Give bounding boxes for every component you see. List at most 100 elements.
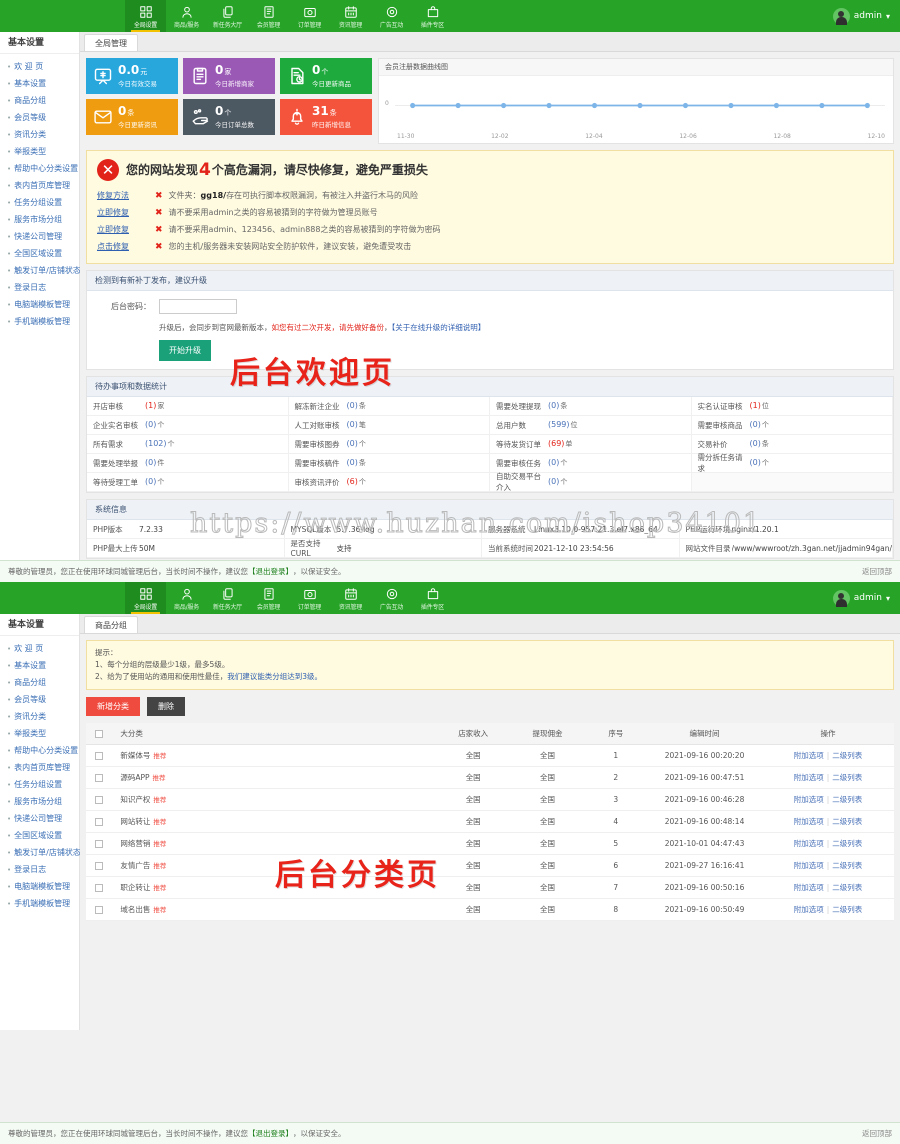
stat-cell-r4-c2[interactable]: 需要审核稿件 (0)条: [288, 454, 490, 473]
sidebar-item-7[interactable]: • 帮助中心分类设置: [0, 160, 79, 177]
sub-list-link[interactable]: 二级列表: [832, 861, 862, 870]
nav-item-2[interactable]: 商品/服务: [166, 0, 207, 32]
nav-item-7[interactable]: 广告互动: [371, 0, 412, 32]
sidebar-item-1[interactable]: • 欢 迎 页: [0, 58, 79, 75]
tab-global-management[interactable]: 全局管理: [84, 34, 138, 51]
sub-list-link[interactable]: 二级列表: [832, 905, 862, 914]
row-checkbox[interactable]: [95, 840, 104, 848]
extra-options-link[interactable]: 附加选项: [794, 861, 824, 870]
stat-card-3[interactable]: 0个 今日更新商品: [280, 58, 372, 94]
nav-item-8[interactable]: 插件专区: [412, 582, 453, 614]
sidebar2-item-16[interactable]: • 手机端模板管理: [0, 895, 79, 912]
sidebar-item-12[interactable]: • 全国区域设置: [0, 245, 79, 262]
nav-item-3[interactable]: 新任务大厅: [207, 582, 248, 614]
extra-options-link[interactable]: 附加选项: [794, 795, 824, 804]
nav-item-5[interactable]: 订单管理: [289, 582, 330, 614]
sidebar2-item-1[interactable]: • 欢 迎 页: [0, 640, 79, 657]
nav-item-4[interactable]: 会员管理: [248, 582, 289, 614]
nav-item-5[interactable]: 订单管理: [289, 0, 330, 32]
sidebar-item-11[interactable]: • 快递公司管理: [0, 228, 79, 245]
nav-item-7[interactable]: 广告互动: [371, 582, 412, 614]
nav-item-4[interactable]: 会员管理: [248, 0, 289, 32]
stat-cell-r5-c2[interactable]: 审核资讯评价 (6)个: [288, 473, 490, 492]
chart-point-3[interactable]: [501, 102, 507, 109]
sidebar2-item-6[interactable]: • 举报类型: [0, 725, 79, 742]
sidebar-item-6[interactable]: • 举报类型: [0, 143, 79, 160]
chart-point-7[interactable]: [682, 102, 689, 109]
sidebar-item-16[interactable]: • 手机端模板管理: [0, 313, 79, 330]
start-upgrade-button[interactable]: 开始升级: [159, 340, 211, 361]
nav-item-8[interactable]: 插件专区: [412, 0, 453, 32]
sidebar2-item-7[interactable]: • 帮助中心分类设置: [0, 742, 79, 759]
chevron-down-icon[interactable]: ▾: [886, 12, 890, 21]
upgrade-detail-link[interactable]: 【关于在线升级的详细说明】: [392, 323, 486, 332]
row-checkbox[interactable]: [95, 774, 104, 782]
stat-cell-r3-c2[interactable]: 需要审核图券 (0)个: [288, 435, 490, 454]
alert-fix-link-4[interactable]: 点击修复: [97, 241, 149, 252]
chart-point-6[interactable]: [637, 102, 643, 109]
stat-cell-r1-c3[interactable]: 需要处理提现 (0)条: [490, 397, 692, 416]
chart-point-10[interactable]: [819, 102, 825, 109]
sidebar-item-14[interactable]: • 登录日志: [0, 279, 79, 296]
sidebar-item-4[interactable]: • 会员等级: [0, 109, 79, 126]
tip-line-2-link[interactable]: 我们建议能类分组达到3级。: [227, 672, 322, 681]
sidebar2-item-15[interactable]: • 电脑端模板管理: [0, 878, 79, 895]
stat-cell-r2-c4[interactable]: 需要审核商品 (0)个: [691, 416, 893, 435]
sidebar-item-3[interactable]: • 商品分组: [0, 92, 79, 109]
stat-cell-r4-c4[interactable]: 需分拆任务请求 (0)个: [691, 453, 893, 473]
select-all-checkbox[interactable]: [95, 730, 104, 738]
stat-card-1[interactable]: 0.0元 今日有效交易: [86, 58, 178, 94]
chart-point-1[interactable]: [410, 102, 416, 109]
stat-cell-r4-c1[interactable]: 需要处理举报 (0)件: [87, 454, 289, 473]
sidebar-item-8[interactable]: • 表内首页库管理: [0, 177, 79, 194]
nav-item-6[interactable]: 资讯管理: [330, 0, 371, 32]
stat-cell-r2-c1[interactable]: 企业实名审核 (0)个: [87, 416, 289, 435]
tab-product-category[interactable]: 商品分组: [84, 616, 138, 633]
sub-list-link[interactable]: 二级列表: [832, 751, 862, 760]
sub-list-link[interactable]: 二级列表: [832, 795, 862, 804]
nav-item-1[interactable]: 全局设置: [125, 582, 166, 614]
stat-card-4[interactable]: 0条 今日更新资讯: [86, 99, 178, 135]
alert-fix-link-1[interactable]: 修复方法: [97, 190, 149, 201]
sidebar2-item-3[interactable]: • 商品分组: [0, 674, 79, 691]
stat-cell-r3-c3[interactable]: 等待发货订单 (69)单: [490, 435, 692, 454]
sub-list-link[interactable]: 二级列表: [832, 773, 862, 782]
sidebar-item-10[interactable]: • 服务市场分组: [0, 211, 79, 228]
stat-cell-r5-c3[interactable]: 自助交易平台介入 (0)个: [490, 472, 692, 492]
stat-cell-r3-c1[interactable]: 所有需求 (102)个: [87, 435, 289, 454]
chart-point-4[interactable]: [546, 102, 552, 109]
sidebar2-item-14[interactable]: • 登录日志: [0, 861, 79, 878]
logout-link[interactable]: 【退出登录】: [248, 566, 293, 577]
chart-point-11[interactable]: [864, 102, 870, 109]
stat-card-2[interactable]: 0家 今日新增商家: [183, 58, 275, 94]
stat-card-6[interactable]: 31条 昨日新增信息: [280, 99, 372, 135]
sidebar2-item-8[interactable]: • 表内首页库管理: [0, 759, 79, 776]
extra-options-link[interactable]: 附加选项: [794, 839, 824, 848]
chart-point-5[interactable]: [591, 102, 598, 109]
stat-cell-r5-c1[interactable]: 等待受理工单 (0)个: [87, 473, 289, 492]
sidebar2-item-12[interactable]: • 全国区域设置: [0, 827, 79, 844]
chevron-down-icon-2[interactable]: ▾: [886, 594, 890, 603]
delete-category-button[interactable]: 删除: [147, 697, 185, 716]
admin-password-input[interactable]: [159, 299, 237, 314]
nav-item-6[interactable]: 资讯管理: [330, 582, 371, 614]
sub-list-link[interactable]: 二级列表: [832, 839, 862, 848]
back-to-top-link-2[interactable]: 返回顶部: [862, 1128, 892, 1139]
sidebar2-item-13[interactable]: • 触发订单/店铺状态: [0, 844, 81, 861]
sidebar2-item-2[interactable]: • 基本设置: [0, 657, 79, 674]
sub-list-link[interactable]: 二级列表: [832, 883, 862, 892]
chart-point-2[interactable]: [455, 102, 461, 109]
stat-card-5[interactable]: 0个 今日订单总数: [183, 99, 275, 135]
extra-options-link[interactable]: 附加选项: [794, 883, 824, 892]
row-checkbox[interactable]: [95, 796, 104, 804]
sidebar-item-9[interactable]: • 任务分组设置: [0, 194, 79, 211]
sidebar-item-5[interactable]: • 资讯分类: [0, 126, 79, 143]
add-category-button[interactable]: 新增分类: [86, 697, 140, 716]
sidebar-item-13[interactable]: • 触发订单/店铺状态: [0, 262, 81, 279]
row-checkbox[interactable]: [95, 818, 104, 826]
alert-fix-link-2[interactable]: 立即修复: [97, 207, 149, 218]
nav-item-2[interactable]: 商品/服务: [166, 582, 207, 614]
extra-options-link[interactable]: 附加选项: [794, 905, 824, 914]
user-menu[interactable]: admin ▾: [832, 0, 900, 32]
sub-list-link[interactable]: 二级列表: [832, 817, 862, 826]
